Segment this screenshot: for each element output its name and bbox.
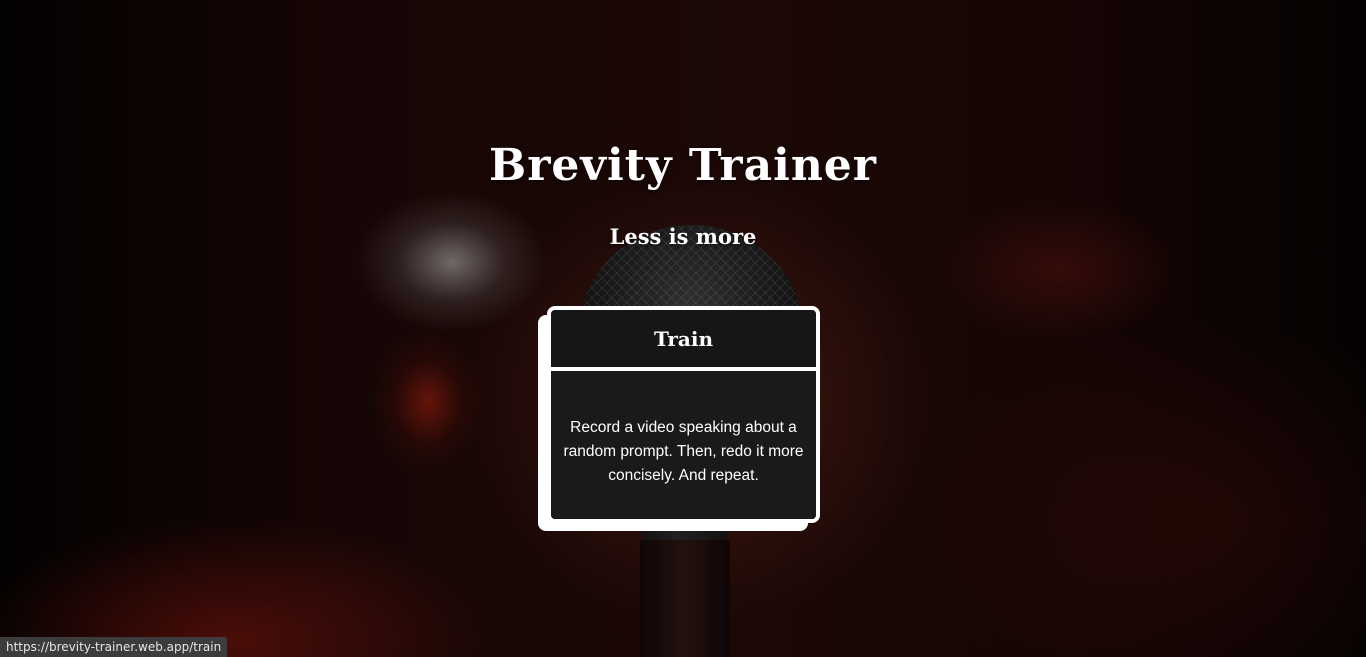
page-subtitle: Less is more <box>609 224 757 249</box>
page: Brevity Trainer Less is more Train Recor… <box>0 0 1366 657</box>
page-title: Brevity Trainer <box>489 140 877 191</box>
link-status-bar: https://brevity-trainer.web.app/train <box>0 637 228 657</box>
train-card-title: Train <box>653 326 714 351</box>
train-card-body: Record a video speaking about a random p… <box>551 371 816 519</box>
train-card[interactable]: Train Record a video speaking about a ra… <box>547 306 820 523</box>
train-card-header: Train <box>551 310 816 371</box>
train-card-description: Record a video speaking about a random p… <box>563 419 804 484</box>
